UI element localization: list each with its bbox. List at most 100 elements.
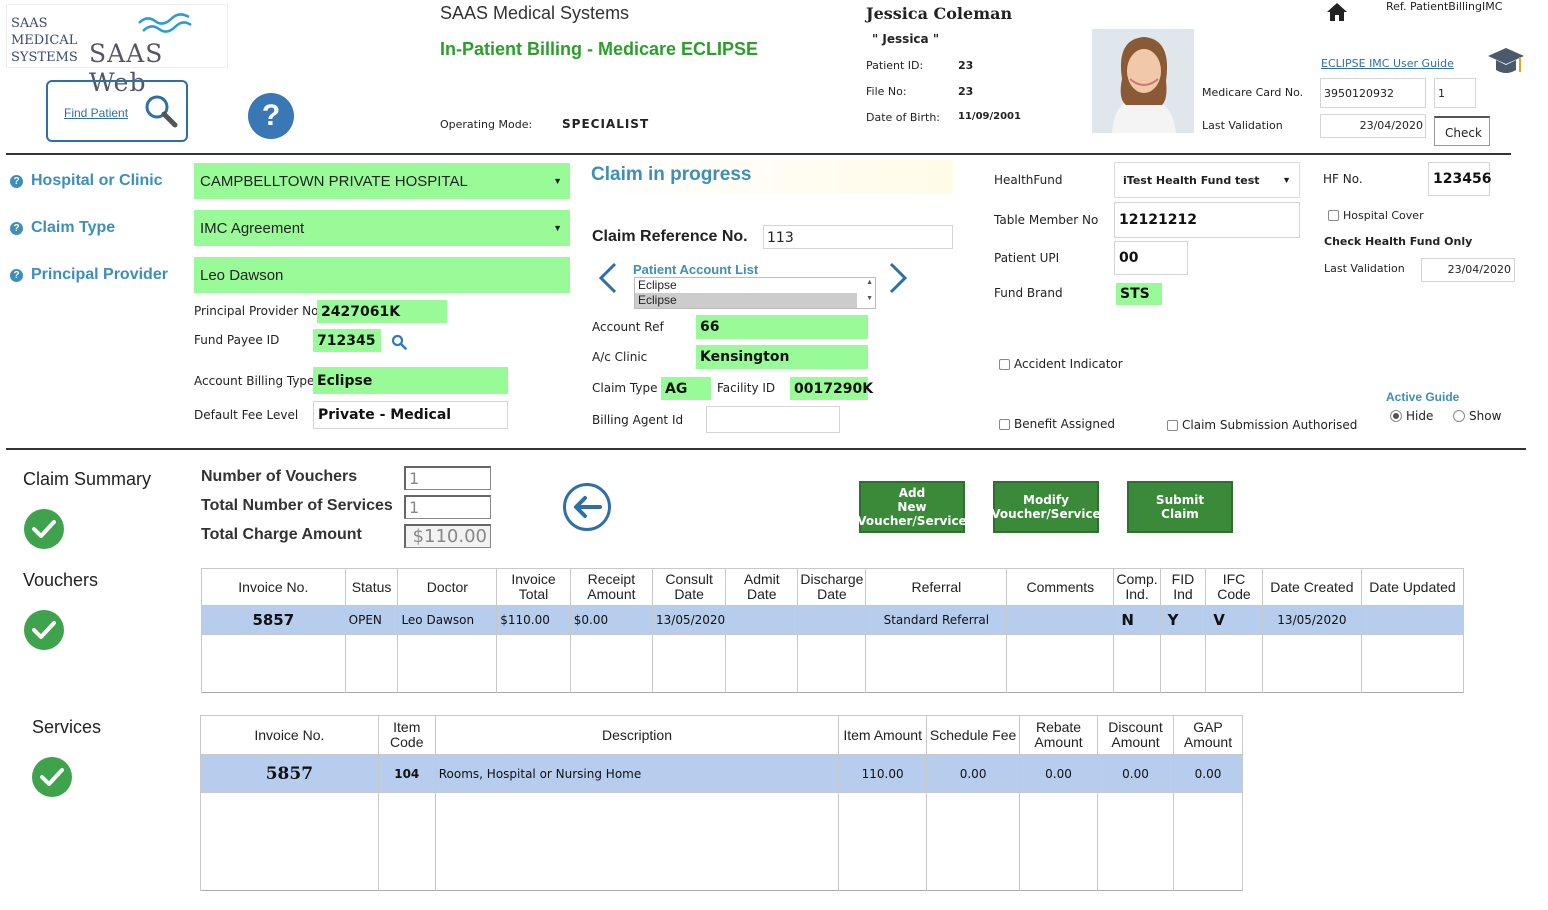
- medicare-card-input[interactable]: 3950120932: [1320, 78, 1426, 108]
- ac-clinic-input[interactable]: Kensington: [696, 345, 868, 369]
- column-header[interactable]: Item Amount: [838, 715, 928, 755]
- column-header[interactable]: Admit Date: [725, 568, 799, 606]
- column-header-text: Discharge: [800, 571, 864, 587]
- column-header[interactable]: Date Updated: [1361, 568, 1464, 606]
- submission-checkbox[interactable]: [1167, 419, 1178, 431]
- table-member-label: Table Member No: [994, 213, 1099, 227]
- hospital-dropdown-icon[interactable]: ▼: [553, 176, 562, 186]
- back-arrow-icon[interactable]: [563, 483, 611, 531]
- hospital-select[interactable]: CAMPBELLTOWN PRIVATE HOSPITAL ▼: [194, 163, 570, 199]
- medicare-last-validation: 23/04/2020: [1320, 114, 1426, 138]
- table-row[interactable]: 5857 OPEN Leo Dawson $110.00 $0.00 13/05/2020…: [201, 605, 1464, 635]
- table-member-input[interactable]: 12121212: [1114, 202, 1300, 238]
- guide-hide-radio[interactable]: [1390, 410, 1402, 422]
- account-list-item-selected[interactable]: Eclipse: [635, 293, 857, 308]
- find-patient-box[interactable]: Find Patient: [46, 80, 188, 142]
- billing-agent-input[interactable]: [706, 406, 840, 433]
- empty-cell: [1172, 792, 1244, 891]
- search-icon[interactable]: [144, 94, 178, 128]
- column-header[interactable]: Consult Date: [652, 568, 727, 606]
- column-header[interactable]: Discharge Date: [797, 568, 867, 606]
- billing-type-input[interactable]: Eclipse: [313, 367, 508, 394]
- column-header-text: Total: [518, 586, 549, 602]
- home-icon[interactable]: [1326, 2, 1348, 22]
- column-header[interactable]: Description: [434, 715, 840, 755]
- account-next-icon[interactable]: [888, 262, 908, 294]
- column-header[interactable]: Doctor: [397, 568, 498, 606]
- accident-option[interactable]: Accident Indicator: [999, 357, 1123, 371]
- account-listbox[interactable]: Eclipse Eclipse ▲ ▼: [634, 277, 876, 309]
- provider-no-input[interactable]: 2427061K: [317, 300, 447, 323]
- fund-payee-input[interactable]: 712345: [313, 329, 381, 352]
- listbox-scroll-up-icon[interactable]: ▲: [866, 279, 873, 286]
- patient-upi-input[interactable]: 00: [1114, 241, 1188, 275]
- user-guide-link[interactable]: ECLIPSE IMC User Guide: [1321, 57, 1454, 70]
- fee-level-input[interactable]: Private - Medical: [313, 401, 508, 429]
- table-row[interactable]: 5857 104 Rooms, Hospital or Nursing Home 11…: [200, 754, 1244, 793]
- principal-provider-input[interactable]: Leo Dawson: [194, 257, 570, 293]
- check-fund-only[interactable]: Check Health Fund Only: [1324, 235, 1472, 248]
- hf-no-label: HF No.: [1323, 172, 1363, 186]
- column-header[interactable]: Item Code: [377, 715, 436, 755]
- column-header-text: Rebate: [1035, 719, 1082, 735]
- listbox-scroll-down-icon[interactable]: ▼: [866, 295, 873, 302]
- column-header-text: Referral: [911, 578, 962, 595]
- vouchers-header-row: Invoice No. Status Doctor Invoice Total Recei…: [201, 568, 1464, 606]
- column-header[interactable]: Status: [344, 568, 399, 606]
- claim-type-select[interactable]: IMC Agreement ▼: [194, 210, 570, 246]
- graduation-cap-icon[interactable]: [1486, 44, 1526, 78]
- benefit-checkbox[interactable]: [999, 418, 1010, 430]
- help-icon[interactable]: ?: [248, 93, 294, 139]
- modify-voucher-button[interactable]: Modify Voucher/Service: [991, 481, 1101, 533]
- column-header[interactable]: Invoice Total: [496, 568, 571, 606]
- column-header[interactable]: Comp. Ind.: [1113, 568, 1161, 606]
- principal-help-icon[interactable]: ?: [10, 268, 23, 282]
- column-header[interactable]: FID Ind: [1159, 568, 1207, 606]
- patient-name: Jessica Coleman: [866, 4, 1013, 23]
- column-header[interactable]: Discount Amount: [1097, 715, 1174, 755]
- check-button[interactable]: Check: [1434, 116, 1490, 146]
- empty-cell: [377, 792, 436, 891]
- guide-hide-option[interactable]: Hide: [1390, 409, 1433, 423]
- progress-claim-type-input[interactable]: AG: [661, 377, 711, 400]
- column-header[interactable]: Referral: [865, 568, 1008, 606]
- column-header[interactable]: Date Created: [1261, 568, 1363, 606]
- healthfund-select[interactable]: iTest Health Fund test ▼: [1114, 162, 1300, 198]
- claim-type-dropdown-icon[interactable]: ▼: [553, 223, 562, 233]
- column-header[interactable]: Rebate Amount: [1019, 715, 1099, 755]
- find-patient-link[interactable]: Find Patient: [64, 106, 128, 120]
- account-list-label: Patient Account List: [633, 262, 759, 277]
- guide-hide-label: Hide: [1406, 409, 1434, 423]
- claim-type-help-icon[interactable]: ?: [10, 221, 23, 235]
- guide-show-radio[interactable]: [1453, 410, 1465, 422]
- column-header[interactable]: Schedule Fee: [926, 715, 1021, 755]
- column-header[interactable]: IFC Code: [1205, 568, 1263, 606]
- column-header[interactable]: Invoice No.: [200, 715, 379, 755]
- hospital-help-icon[interactable]: ?: [10, 174, 23, 188]
- hospital-cover-option[interactable]: Hospital Cover: [1328, 209, 1424, 222]
- account-prev-icon[interactable]: [598, 262, 618, 294]
- column-header-text: Receipt: [587, 571, 636, 587]
- benefit-option[interactable]: Benefit Assigned: [999, 417, 1115, 431]
- account-list-item[interactable]: Eclipse: [635, 278, 875, 293]
- fund-brand-input[interactable]: STS: [1116, 283, 1162, 305]
- medicare-irn-input[interactable]: 1: [1434, 78, 1476, 108]
- fund-payee-search-icon[interactable]: [391, 334, 407, 350]
- submit-claim-button[interactable]: Submit Claim: [1127, 481, 1233, 533]
- column-header[interactable]: Receipt Amount: [569, 568, 654, 606]
- column-header[interactable]: GAP Amount: [1172, 715, 1244, 755]
- add-voucher-button[interactable]: Add New Voucher/Service: [857, 481, 967, 533]
- guide-show-option[interactable]: Show: [1453, 409, 1501, 423]
- accident-checkbox[interactable]: [999, 358, 1010, 370]
- hospital-cover-checkbox[interactable]: [1328, 210, 1339, 221]
- claim-ref-input[interactable]: 113: [763, 225, 953, 249]
- healthfund-dropdown-icon[interactable]: ▼: [1282, 175, 1291, 185]
- empty-cell: [926, 792, 1021, 891]
- facility-input[interactable]: 0017290K: [790, 377, 873, 400]
- column-header[interactable]: Comments: [1006, 568, 1115, 606]
- submission-option[interactable]: Claim Submission Authorised: [1167, 418, 1357, 432]
- account-ref-input[interactable]: 66: [696, 315, 868, 339]
- hf-no-input[interactable]: 123456: [1428, 162, 1491, 196]
- empty-cell: [1019, 792, 1099, 891]
- column-header[interactable]: Invoice No.: [201, 568, 346, 606]
